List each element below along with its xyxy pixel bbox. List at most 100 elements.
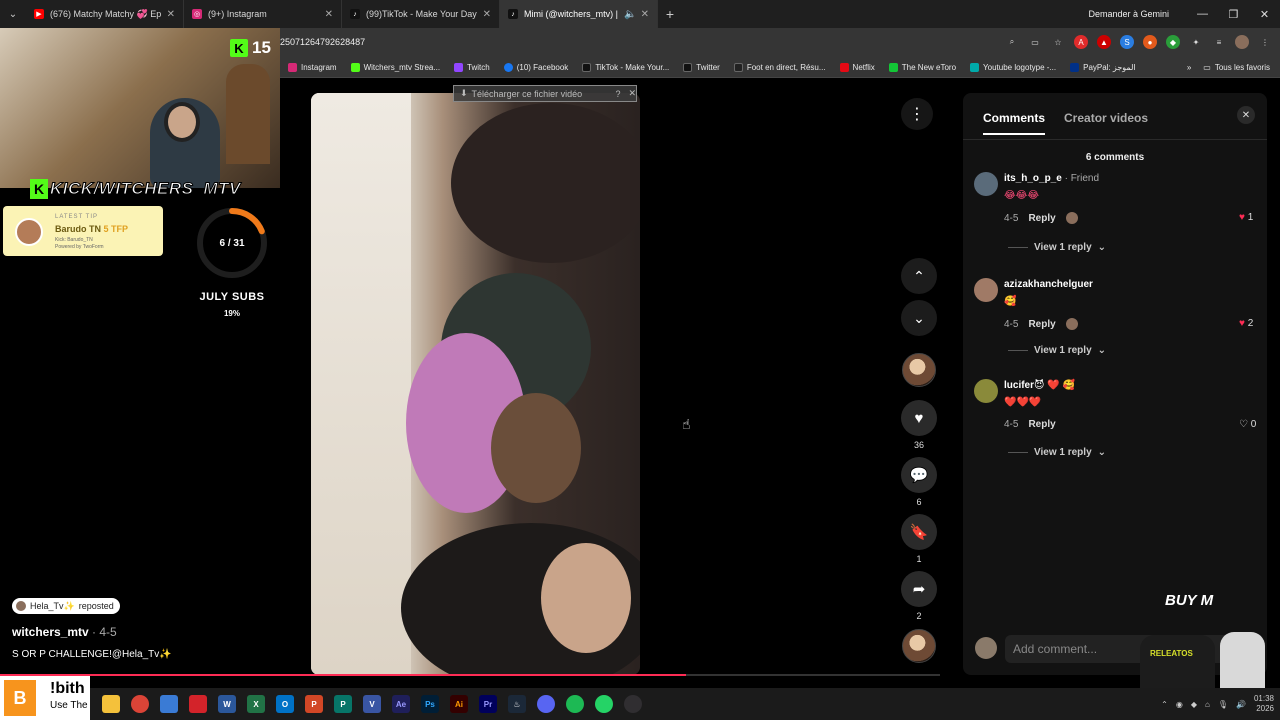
bookmark-youtube-logotype[interactable]: Youtube logotype -... xyxy=(970,62,1056,72)
minimize-icon[interactable]: — xyxy=(1187,8,1218,20)
like-button[interactable]: ♥ xyxy=(901,400,937,436)
more-options-icon[interactable]: ⋮ xyxy=(901,98,933,130)
tray-network-icon[interactable]: ⌂ xyxy=(1205,700,1210,709)
illustrator-icon[interactable]: Ai xyxy=(450,695,468,713)
spotify-icon[interactable] xyxy=(566,695,584,713)
bookmark-netflix[interactable]: Netflix xyxy=(839,62,875,72)
download-help[interactable]: ? xyxy=(615,89,620,99)
ask-gemini-button[interactable]: Demander à Gemini xyxy=(1088,9,1169,19)
after-effects-icon[interactable]: Ae xyxy=(392,695,410,713)
tab-comments[interactable]: Comments xyxy=(983,111,1046,135)
comment-avatar[interactable] xyxy=(974,278,998,302)
photoshop-icon[interactable]: Ps xyxy=(421,695,439,713)
share-button[interactable]: ➦ xyxy=(901,571,937,607)
tray-discord-icon[interactable]: ◉ xyxy=(1176,700,1183,709)
extension-green-icon[interactable]: ◆ xyxy=(1166,35,1180,49)
tray-overflow-icon[interactable]: ⌃ xyxy=(1161,700,1168,709)
window-close-icon[interactable]: ✕ xyxy=(1249,8,1280,21)
comment-like[interactable]: ♥ 1 xyxy=(1239,212,1253,223)
steam-icon[interactable]: ♨ xyxy=(508,695,526,713)
extensions-puzzle-icon[interactable]: ✦ xyxy=(1189,35,1203,49)
comment-username[interactable]: azizakhanchelguer xyxy=(1004,279,1093,290)
save-button[interactable]: 🔖 xyxy=(901,514,937,550)
extension-red-icon[interactable]: ▲ xyxy=(1097,35,1111,49)
post-author[interactable]: witchers_mtv xyxy=(12,625,89,639)
bookmark-twitch[interactable]: Twitch xyxy=(454,62,490,72)
download-video-bar[interactable]: ⬇ Télécharger ce fichier vidéo ? ✕ xyxy=(453,85,637,102)
next-video-button[interactable]: ⌄ xyxy=(901,300,937,336)
clock[interactable]: 01:38 2026 xyxy=(1254,694,1274,714)
close-icon[interactable]: ✕ xyxy=(641,9,649,20)
previous-video-button[interactable]: ⌃ xyxy=(901,258,937,294)
bookmark-tiktok[interactable]: TikTok - Make Your... xyxy=(582,62,669,72)
tab-youtube[interactable]: ▶ (676) Matchy Matchy 💞 Ep 93 ✕ xyxy=(26,0,184,28)
view-replies-button[interactable]: View 1 reply ⌄ xyxy=(1008,447,1106,458)
tab-search-button[interactable]: ⌄ xyxy=(0,0,26,28)
tab-creator-videos[interactable]: Creator videos xyxy=(1064,111,1148,135)
premiere-icon[interactable]: Pr xyxy=(479,695,497,713)
bookmark-instagram[interactable]: Instagram xyxy=(288,62,337,72)
adblock-icon[interactable]: A xyxy=(1074,35,1088,49)
extension-blue-icon[interactable]: S xyxy=(1120,35,1134,49)
close-icon[interactable]: ✕ xyxy=(325,9,333,20)
restore-icon[interactable]: ❐ xyxy=(1218,8,1249,21)
comment-avatar[interactable] xyxy=(974,379,998,403)
all-bookmarks-button[interactable]: ▭ Tous les favoris xyxy=(1203,63,1270,72)
word-icon[interactable]: W xyxy=(218,695,236,713)
reply-button[interactable]: Reply xyxy=(1028,419,1055,430)
bookmark-etoro[interactable]: The New eToro xyxy=(888,62,956,72)
whatsapp-icon[interactable] xyxy=(595,695,613,713)
reply-button[interactable]: Reply xyxy=(1028,213,1055,224)
extension-orange-icon[interactable]: ● xyxy=(1143,35,1157,49)
chrome-icon[interactable] xyxy=(131,695,149,713)
bookmark-kick[interactable]: Witchers_mtv Strea... xyxy=(350,62,440,72)
new-tab-button[interactable]: + xyxy=(658,6,682,22)
close-panel-icon[interactable]: ✕ xyxy=(1237,106,1255,124)
repost-user[interactable]: Hela_Tv✨ xyxy=(30,601,75,612)
bookmark-star-icon[interactable]: ☆ xyxy=(1051,35,1065,49)
comment-like[interactable]: ♡ 0 xyxy=(1239,419,1256,430)
view-replies-button[interactable]: View 1 reply ⌄ xyxy=(1008,345,1106,356)
outlook-icon[interactable]: O xyxy=(276,695,294,713)
tray-app-icon[interactable]: ◆ xyxy=(1191,700,1197,709)
tab-instagram[interactable]: ◎ (9+) Instagram ✕ xyxy=(184,0,342,28)
profile-avatar[interactable] xyxy=(1235,35,1249,49)
comment-username[interactable]: its_h_o_p_e xyxy=(1004,173,1062,184)
url-field[interactable]: 25071264792628487 xyxy=(280,28,365,56)
bookmark-paypal[interactable]: PayPal: الموجز xyxy=(1070,62,1136,72)
tab-tiktok-profile[interactable]: ♪ Mimi (@witchers_mtv) | 🔈 ✕ xyxy=(500,0,658,28)
tab-tiktok[interactable]: ♪ (99)TikTok - Make Your Day ✕ xyxy=(342,0,500,28)
comment-username[interactable]: lucifer😈 ❤️ 🥰 xyxy=(1004,380,1075,391)
add-comment-input[interactable]: Add comment... xyxy=(1005,635,1255,663)
zoom-icon[interactable]: ⌕ xyxy=(1005,35,1019,49)
app-red-icon[interactable] xyxy=(189,695,207,713)
speaker-icon[interactable]: 🔈 xyxy=(624,9,636,20)
creator-avatar[interactable] xyxy=(902,353,936,387)
video-progress-bar[interactable] xyxy=(0,674,940,676)
powerpoint-icon[interactable]: P xyxy=(305,695,323,713)
tiktok-video-player[interactable] xyxy=(311,93,640,675)
publisher-icon[interactable]: P xyxy=(334,695,352,713)
music-disc-avatar[interactable] xyxy=(902,629,936,663)
comment-avatar[interactable] xyxy=(974,172,998,196)
discord-icon[interactable] xyxy=(537,695,555,713)
bookmark-facebook[interactable]: (10) Facebook xyxy=(503,62,568,72)
reading-list-icon[interactable]: ≡ xyxy=(1212,35,1226,49)
excel-icon[interactable]: X xyxy=(247,695,265,713)
cast-icon[interactable]: ▭ xyxy=(1028,35,1042,49)
browser-menu-icon[interactable]: ⋮ xyxy=(1258,35,1272,49)
comment-like[interactable]: ♥ 2 xyxy=(1239,318,1253,329)
volume-icon[interactable]: 🔊 xyxy=(1236,700,1246,709)
obs-icon[interactable] xyxy=(624,695,642,713)
bookmark-foot[interactable]: Foot en direct, Résu... xyxy=(733,62,826,72)
close-icon[interactable]: ✕ xyxy=(628,88,636,99)
close-icon[interactable]: ✕ xyxy=(483,9,491,20)
close-icon[interactable]: ✕ xyxy=(167,9,175,20)
reply-button[interactable]: Reply xyxy=(1028,319,1055,330)
microphone-icon[interactable]: 🎙 xyxy=(1218,700,1228,709)
bookmark-twitter[interactable]: Twitter xyxy=(683,62,720,72)
comment-button[interactable]: 💬 xyxy=(901,457,937,493)
file-explorer-icon[interactable] xyxy=(102,695,120,713)
store-icon[interactable] xyxy=(160,695,178,713)
view-replies-button[interactable]: View 1 reply ⌄ xyxy=(1008,242,1106,253)
